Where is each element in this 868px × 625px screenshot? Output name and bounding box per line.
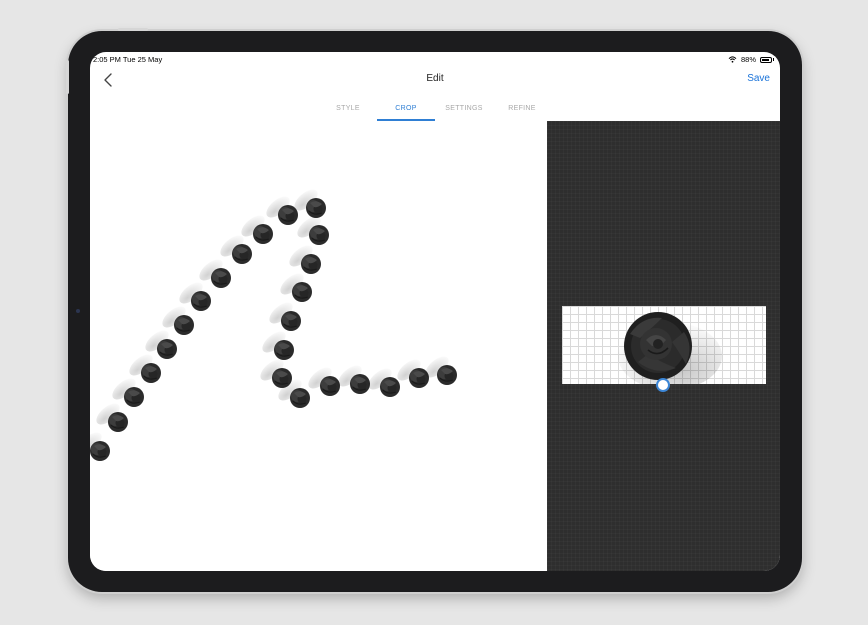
power-button <box>66 60 69 94</box>
tab-bar: STYLE CROP SETTINGS REFINE <box>90 96 780 122</box>
tab-crop[interactable]: CROP <box>377 105 435 112</box>
app-screen: 2:05 PM Tue 25 May 88% Edit Save STYLE C… <box>90 52 780 571</box>
page-title: Edit <box>426 73 444 84</box>
crop-area[interactable] <box>562 306 766 390</box>
tab-refine[interactable]: REFINE <box>493 105 551 112</box>
battery-tip <box>773 58 774 61</box>
crop-panel <box>547 121 780 571</box>
status-time-date: 2:05 PM Tue 25 May <box>93 55 163 64</box>
tab-style[interactable]: STYLE <box>319 105 377 112</box>
status-bar: 2:05 PM Tue 25 May 88% <box>90 52 780 66</box>
rose-brush-stroke <box>90 185 458 462</box>
crop-handle[interactable] <box>656 378 670 392</box>
battery-icon <box>760 56 772 63</box>
drawing-canvas[interactable] <box>90 121 547 571</box>
nav-bar: Edit Save <box>90 66 780 96</box>
battery-percent: 88% <box>740 55 756 64</box>
front-camera <box>76 309 80 313</box>
save-button[interactable]: Save <box>747 73 770 84</box>
status-right: 88% <box>728 55 774 64</box>
wifi-icon <box>728 56 737 63</box>
volume-button <box>118 28 148 31</box>
stroke-preview <box>90 185 458 462</box>
rose-icon <box>618 312 722 390</box>
tab-settings[interactable]: SETTINGS <box>435 105 493 112</box>
